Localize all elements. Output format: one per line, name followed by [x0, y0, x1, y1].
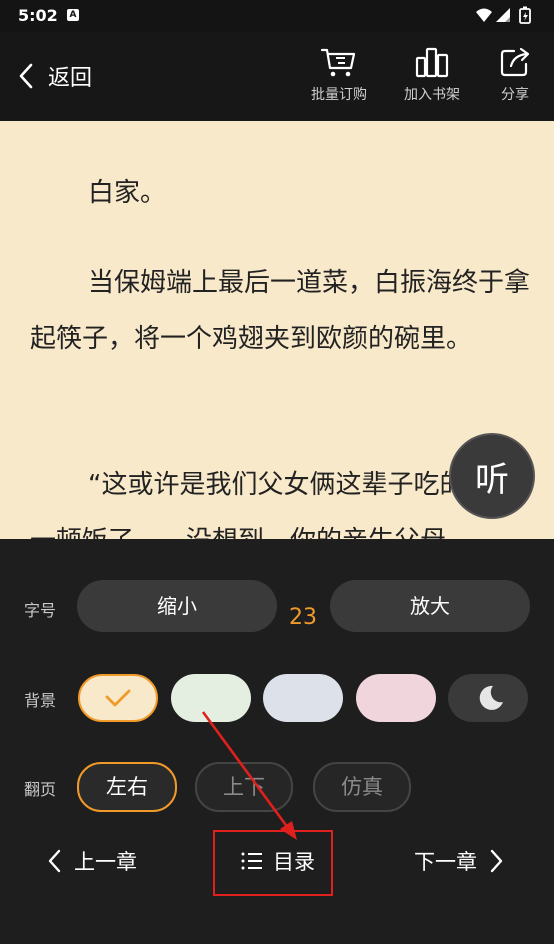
annotation-highlight-box [213, 830, 333, 896]
annotation-arrow [201, 711, 297, 840]
